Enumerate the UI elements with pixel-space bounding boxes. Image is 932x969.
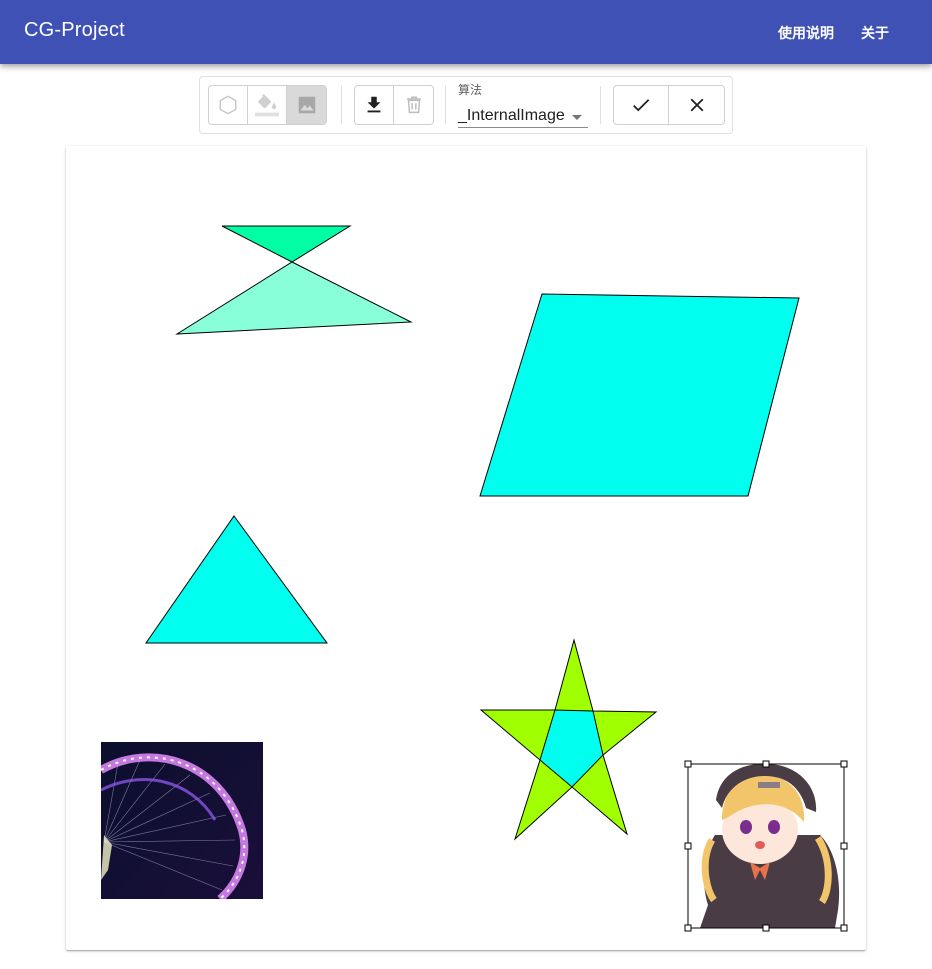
triangle[interactable] [145,515,328,644]
nav-about-link[interactable]: 关于 [861,23,889,43]
delete-button[interactable] [394,86,433,124]
star[interactable] [479,638,658,841]
download-icon [367,96,381,113]
algorithm-select[interactable]: 算法 _InternalImage [458,81,588,128]
anime-girl-mouth [755,841,765,849]
resize-handle[interactable] [684,760,692,768]
algorithm-value: _InternalImage [458,107,565,124]
confirm-group [613,85,725,125]
resize-handle[interactable] [684,924,692,932]
ferris-wheel-image[interactable] [101,742,263,899]
cancel-button[interactable] [669,86,724,124]
fill-bucket-icon [255,93,279,117]
toolbar-divider [445,86,446,124]
tool-group [208,85,327,125]
anime-girl-hood-pattern [758,782,780,788]
drawing-canvas-card [66,146,866,950]
nav-help-link[interactable]: 使用说明 [778,23,834,43]
algorithm-label: 算法 [458,83,483,97]
dropdown-arrow-icon [572,115,582,120]
app-bar: CG-Project 使用说明 关于 [0,0,932,64]
close-icon [690,98,703,112]
toolbar-divider [600,86,601,124]
parallelogram[interactable] [479,293,800,497]
resize-handle[interactable] [840,842,848,850]
image-tool-button[interactable] [287,86,326,124]
algorithm-select-field[interactable]: _InternalImage [458,105,588,128]
resize-handle[interactable] [840,924,848,932]
toolbar: 算法 _InternalImage [199,76,733,134]
resize-handle[interactable] [762,924,770,932]
hexagon-icon [219,95,237,115]
bowtie-top-triangle [221,225,352,263]
anime-girl-right-eye [768,820,780,834]
action-group [354,85,434,125]
check-icon [633,99,650,112]
app-title: CG-Project [24,19,125,41]
download-button[interactable] [355,86,394,124]
bowtie-bottom-triangle [175,261,413,335]
anime-girl-left-eye [740,820,752,834]
polygon-tool-button[interactable] [209,86,248,124]
resize-handle[interactable] [762,760,770,768]
resize-handle[interactable] [840,760,848,768]
drawing-canvas[interactable] [66,146,866,950]
bowtie-polygon[interactable] [175,225,413,335]
fill-tool-button[interactable] [248,86,287,124]
image-icon [298,96,315,114]
toolbar-divider [341,86,342,124]
resize-handle[interactable] [684,842,692,850]
anime-girl-image[interactable] [688,764,844,928]
trash-icon [406,96,421,114]
confirm-button[interactable] [614,86,669,124]
